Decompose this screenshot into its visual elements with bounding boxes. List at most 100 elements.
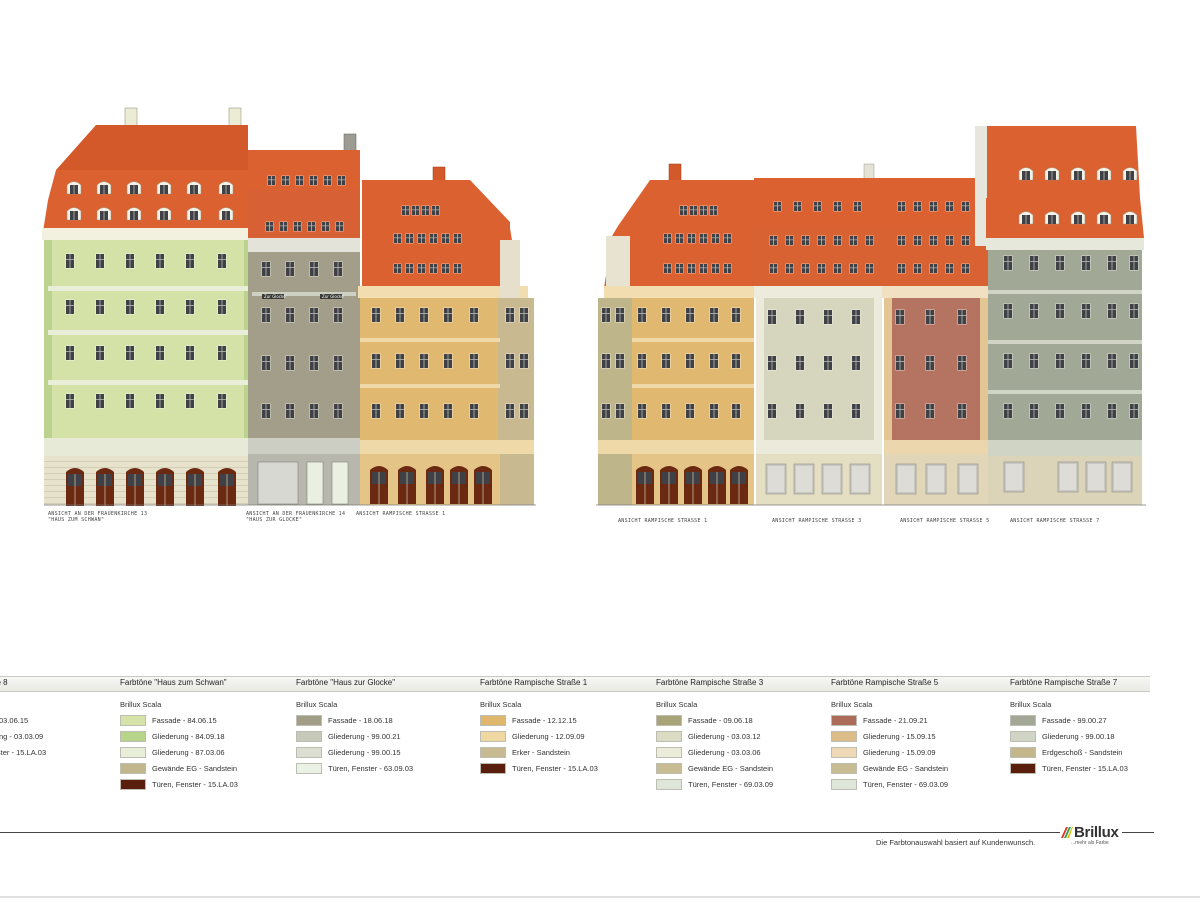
color-swatch	[831, 730, 857, 742]
window	[261, 307, 271, 323]
window	[1055, 403, 1065, 419]
window	[601, 353, 611, 369]
caption-glocke-line2: "HAUS ZUR GLOCKE"	[246, 517, 302, 523]
window	[615, 353, 625, 369]
roof-window	[961, 263, 970, 274]
window	[155, 253, 165, 269]
palette-brand: Brillux Scala	[480, 700, 522, 709]
building-rampische-5	[882, 178, 990, 505]
roof-window	[945, 201, 954, 212]
window	[1029, 403, 1039, 419]
roof-window	[913, 201, 922, 212]
window	[795, 403, 805, 419]
roof-window	[687, 263, 696, 274]
window	[443, 307, 453, 323]
roof-window	[411, 205, 420, 216]
window	[1129, 255, 1139, 271]
color-swatch	[1010, 714, 1036, 726]
roof-window	[853, 201, 862, 212]
color-swatch	[296, 746, 322, 758]
window	[1081, 353, 1091, 369]
palette-brand: Brillux Scala	[1010, 700, 1052, 709]
window	[333, 355, 343, 371]
color-swatch	[656, 714, 682, 726]
dormer-window	[66, 207, 82, 221]
window	[851, 309, 861, 325]
arched-door	[426, 466, 444, 504]
roof-window	[405, 233, 414, 244]
palette-item-label: Türen, Fenster - 63.09.03	[328, 763, 414, 773]
arched-door	[96, 468, 114, 506]
window	[419, 353, 429, 369]
window	[1055, 303, 1065, 319]
brand-tagline: ...mehr als Farbe	[1071, 840, 1109, 846]
palette-title: Farbtöne Rampische Straße 1	[480, 678, 588, 687]
roof-window	[689, 205, 698, 216]
window	[1029, 303, 1039, 319]
window	[519, 307, 529, 323]
roof-window	[833, 235, 842, 246]
dormer-window	[1070, 211, 1086, 225]
caption-rampische-5: ANSICHT RAMPISCHE STRASSE 5	[900, 518, 989, 524]
window	[767, 403, 777, 419]
roof-window	[321, 221, 330, 232]
arched-door	[450, 466, 468, 504]
shop-window	[895, 463, 917, 495]
window	[895, 403, 905, 419]
dormer-window	[186, 207, 202, 221]
roof-window	[323, 175, 332, 186]
palette-item-label: Fassade - 12.12.15	[512, 715, 577, 725]
palette-item: Fassade - 12.12.15	[480, 712, 660, 728]
palette-item: Gliederung - 99.00.18	[1010, 728, 1190, 744]
roof-window	[785, 263, 794, 274]
window	[371, 403, 381, 419]
palette-item-label: Türen, Fenster - 15.LA.03	[512, 763, 598, 773]
window	[125, 253, 135, 269]
color-swatch	[831, 714, 857, 726]
palette-item-label: Fenster - 15.LA.03	[0, 747, 47, 757]
window	[1107, 403, 1117, 419]
arched-door	[730, 466, 748, 504]
palette-item-label: Gewände EG - Sandstein	[863, 763, 949, 773]
dormer-window	[1018, 167, 1034, 181]
roof-window	[267, 175, 276, 186]
window	[731, 307, 741, 323]
window	[519, 403, 529, 419]
palette-item-label: Gliederung - 15.09.15	[863, 731, 936, 741]
dormer-window	[186, 181, 202, 195]
window	[957, 403, 967, 419]
window	[285, 261, 295, 277]
palette-column-schwan: Farbtöne "Haus zum Schwan" Brillux Scala…	[120, 676, 300, 792]
palette-brand: Brillux Scala	[656, 700, 698, 709]
window	[637, 307, 647, 323]
window	[309, 403, 319, 419]
palette-item-label: Türen, Fenster - 15.LA.03	[152, 779, 238, 789]
roof-window	[817, 235, 826, 246]
roof-window	[663, 233, 672, 244]
window	[661, 353, 671, 369]
window	[1081, 303, 1091, 319]
palette-item: Gewände EG - Sandstein	[656, 760, 836, 776]
window	[1107, 353, 1117, 369]
palette-item: Gliederung - 03.03.12	[656, 728, 836, 744]
palette-item: Türen, Fenster - 15.LA.03	[480, 760, 660, 776]
shop-window	[765, 463, 787, 495]
palette-item-label: Erdgeschoß - Sandstein	[1042, 747, 1123, 757]
window	[95, 345, 105, 361]
window	[637, 353, 647, 369]
window	[895, 309, 905, 325]
dormer-window	[1096, 167, 1112, 181]
roof-window	[441, 233, 450, 244]
roof-window	[961, 235, 970, 246]
roof-window	[961, 201, 970, 212]
window	[261, 403, 271, 419]
footer-note: Die Farbtonauswahl basiert auf Kundenwun…	[876, 838, 1036, 847]
color-swatch	[656, 762, 682, 774]
window	[1081, 255, 1091, 271]
window	[661, 307, 671, 323]
window	[155, 345, 165, 361]
window	[767, 309, 777, 325]
roof-window	[711, 263, 720, 274]
shop-window	[793, 463, 815, 495]
window	[155, 393, 165, 409]
